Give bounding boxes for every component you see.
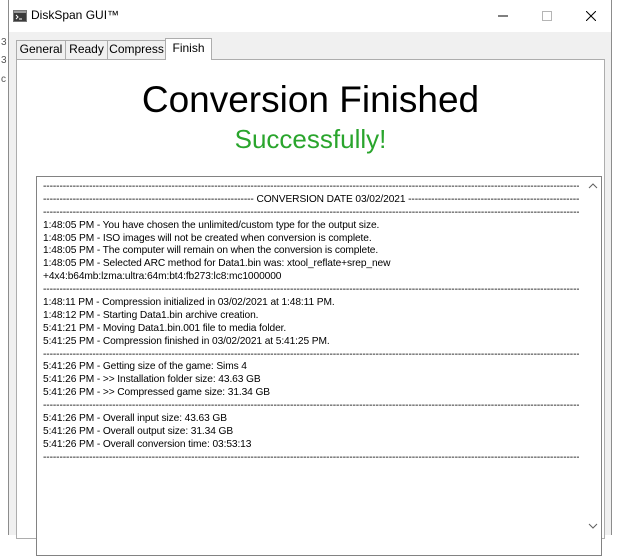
log-line: 5:41:26 PM - >> Compressed game size: 31… bbox=[43, 387, 271, 399]
maximize-icon bbox=[542, 11, 552, 21]
background-fragment: 3 bbox=[1, 37, 7, 48]
tab-compress[interactable]: Compress bbox=[107, 40, 166, 59]
log-separator: ----------------------------------------… bbox=[43, 284, 579, 296]
log-line: +4x4:b64mb:lzma:ultra:64m:bt4:fb273:lc8:… bbox=[43, 271, 282, 283]
minimize-button[interactable] bbox=[481, 0, 525, 32]
log-line: 1:48:12 PM - Starting Data1.bin archive … bbox=[43, 309, 259, 321]
log-line: 5:41:26 PM - Getting size of the game: S… bbox=[43, 361, 247, 373]
tab-ready[interactable]: Ready bbox=[65, 40, 108, 59]
log-line: 5:41:26 PM - Overall conversion time: 03… bbox=[43, 438, 252, 450]
tab-general[interactable]: General bbox=[16, 40, 66, 59]
log-line: 1:48:11 PM - Compression initialized in … bbox=[43, 297, 335, 309]
log-separator: ----------------------------------------… bbox=[43, 181, 579, 192]
background-fragment: 3 bbox=[1, 55, 7, 66]
log-line: 1:48:05 PM - Selected ARC method for Dat… bbox=[43, 258, 391, 270]
log-line: 5:41:21 PM - Moving Data1.bin.001 file t… bbox=[43, 322, 287, 334]
log-date-header: ----------------------------------------… bbox=[43, 193, 579, 205]
title-bar[interactable]: DiskSpan GUI™ bbox=[9, 0, 611, 32]
log-line: 1:48:05 PM - The computer will remain on… bbox=[43, 245, 379, 257]
conversion-finished-heading: Conversion Finished bbox=[141, 79, 480, 120]
log-line: 1:48:05 PM - ISO images will not be crea… bbox=[43, 232, 372, 244]
window-title: DiskSpan GUI™ bbox=[31, 8, 120, 22]
log-separator: ----------------------------------------… bbox=[43, 206, 579, 218]
log-separator: ----------------------------------------… bbox=[43, 400, 579, 412]
scroll-down-arrow-icon[interactable] bbox=[588, 522, 598, 530]
log-lines: ----------------------------------------… bbox=[43, 180, 579, 464]
log-separator: ----------------------------------------… bbox=[43, 348, 579, 360]
success-subheading: Successfully! bbox=[234, 124, 387, 154]
log-line: 1:48:05 PM - You have chosen the unlimit… bbox=[43, 219, 380, 231]
close-button[interactable] bbox=[569, 0, 613, 32]
close-icon bbox=[586, 11, 596, 21]
finish-tab-panel: Conversion Finished Successfully! ------… bbox=[16, 59, 605, 556]
background-fragment: c bbox=[1, 74, 6, 85]
tab-finish[interactable]: Finish bbox=[165, 38, 212, 60]
log-separator: ----------------------------------------… bbox=[43, 451, 579, 463]
minimize-icon bbox=[498, 15, 508, 17]
maximize-button[interactable] bbox=[525, 0, 569, 32]
log-line: 5:41:26 PM - >> Installation folder size… bbox=[43, 374, 261, 386]
log-line: 5:41:25 PM - Compression finished in 03/… bbox=[43, 335, 330, 347]
conversion-log[interactable]: ----------------------------------------… bbox=[36, 176, 602, 556]
terminal-icon bbox=[13, 9, 27, 22]
log-line: 5:41:26 PM - Overall input size: 43.63 G… bbox=[43, 413, 227, 425]
scroll-up-arrow-icon[interactable] bbox=[588, 182, 598, 190]
log-scrollbar[interactable] bbox=[585, 177, 601, 555]
log-line: 5:41:26 PM - Overall output size: 31.34 … bbox=[43, 425, 234, 437]
diskspan-window: DiskSpan GUI™ General Ready Compress Fin… bbox=[8, 0, 612, 556]
